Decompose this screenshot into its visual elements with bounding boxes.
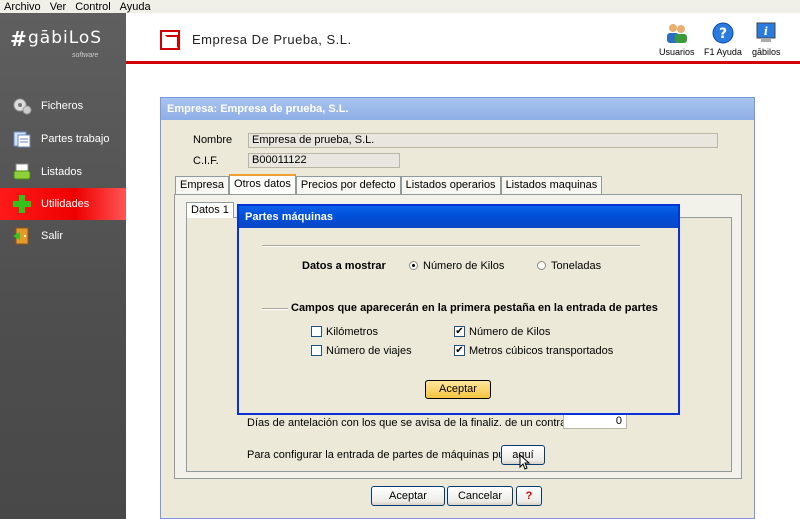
window-title: Empresa: Empresa de prueba, S.L. [161, 98, 754, 120]
about-label: gābilos [752, 47, 781, 57]
menu-bar: Archivo Ver Control Ayuda [0, 0, 800, 13]
sidebar-item-partes-trabajo[interactable]: Partes trabajo [0, 123, 126, 155]
checkbox-numero-kilos-label: Número de Kilos [469, 326, 551, 338]
cif-field[interactable]: B00011122 [248, 153, 400, 168]
svg-text:i: i [764, 25, 768, 38]
menu-archivo[interactable]: Archivo [0, 1, 46, 13]
cif-label: C.I.F. [193, 155, 219, 167]
config-label: Para configurar la entrada de partes de … [247, 449, 519, 461]
sidebar-item-ficheros[interactable]: Ficheros [0, 90, 126, 122]
tab-listados-operarios[interactable]: Listados operarios [400, 176, 501, 194]
sidebar: # gābiLoS software [0, 13, 126, 519]
checkbox-metros-cubicos-label: Metros cúbicos transportados [469, 345, 614, 357]
sidebar-item-label: Salir [41, 230, 64, 242]
radio-toneladas-label: Toneladas [551, 260, 602, 272]
sidebar-item-label: Utilidades [41, 198, 90, 210]
sidebar-item-label: Partes trabajo [41, 133, 110, 145]
app-logo: # gābiLoS software [10, 27, 116, 61]
radio-numero-kilos-label: Número de Kilos [423, 260, 505, 272]
sidebar-item-label: Listados [41, 166, 82, 178]
header: Empresa De Prueba, S.L. Usuarios ? F1 Ay… [126, 13, 800, 65]
tab-listados-maquinas[interactable]: Listados maquinas [500, 176, 603, 194]
dialog-title: Partes máquinas [239, 206, 678, 228]
plus-icon [11, 194, 33, 214]
dias-field[interactable]: 0 [563, 414, 627, 429]
company-title: Empresa De Prueba, S.L. [192, 32, 352, 47]
radio-numero-kilos[interactable] [409, 261, 418, 270]
nombre-field[interactable]: Empresa de prueba, S.L. [248, 133, 718, 148]
datos-a-mostrar-label: Datos a mostrar [302, 260, 386, 272]
help-question-button[interactable]: ? [516, 486, 542, 506]
checkbox-numero-viajes[interactable] [311, 345, 322, 356]
menu-control[interactable]: Control [71, 1, 115, 13]
help-label: F1 Ayuda [704, 47, 742, 57]
subtab-datos-1[interactable]: Datos 1 [186, 202, 234, 218]
tab-precios-por-defecto[interactable]: Precios por defecto [295, 176, 401, 194]
sidebar-item-listados[interactable]: Listados [0, 156, 126, 188]
dialog-separator-top [262, 245, 640, 247]
menu-ver[interactable]: Ver [46, 1, 72, 13]
logo-sub: software [72, 52, 99, 59]
printer-icon [11, 162, 33, 182]
svg-text:?: ? [719, 26, 727, 42]
help-button[interactable]: ? F1 Ayuda [704, 22, 742, 57]
hash-logo-icon: # [10, 27, 27, 51]
checkbox-numero-kilos[interactable]: ✔ [454, 326, 465, 337]
checkbox-numero-viajes-label: Número de viajes [326, 345, 412, 357]
sidebar-item-salir[interactable]: Salir [0, 220, 126, 252]
nombre-label: Nombre [193, 134, 233, 146]
users-label: Usuarios [659, 47, 695, 57]
documents-icon [11, 129, 33, 149]
cancelar-button[interactable]: Cancelar [447, 486, 513, 506]
checkbox-kilometros-label: Kilómetros [326, 326, 378, 338]
dialog-aceptar-button[interactable]: Aceptar [425, 380, 491, 399]
campos-label: Campos que aparecerán en la primera pest… [288, 302, 661, 314]
sidebar-item-label: Ficheros [41, 100, 84, 112]
sidebar-item-utilidades[interactable]: Utilidades [0, 188, 126, 220]
radio-toneladas[interactable] [537, 261, 546, 270]
help-icon: ? [711, 22, 735, 44]
users-button[interactable]: Usuarios [659, 22, 695, 57]
tab-empresa[interactable]: Empresa [175, 176, 230, 194]
info-icon: i [754, 22, 778, 44]
tab-otros-datos[interactable]: Otros datos [229, 174, 296, 194]
exit-door-icon [11, 226, 33, 246]
mouse-cursor-icon [519, 454, 531, 470]
menu-ayuda[interactable]: Ayuda [116, 1, 156, 13]
dias-label: Días de antelación con los que se avisa … [247, 417, 597, 429]
window-tabs: Empresa Otros datos Precios por defecto … [175, 174, 603, 195]
about-button[interactable]: i gābilos [752, 22, 781, 57]
checkbox-metros-cubicos[interactable]: ✔ [454, 345, 465, 356]
gears-icon [11, 96, 33, 116]
logo-name: gābiLoS [28, 28, 103, 48]
aceptar-button[interactable]: Aceptar [371, 486, 445, 506]
checkbox-kilometros[interactable] [311, 326, 322, 337]
company-logo-icon [160, 30, 180, 50]
subtabs: Datos 1 [186, 202, 234, 218]
users-icon [665, 22, 689, 44]
